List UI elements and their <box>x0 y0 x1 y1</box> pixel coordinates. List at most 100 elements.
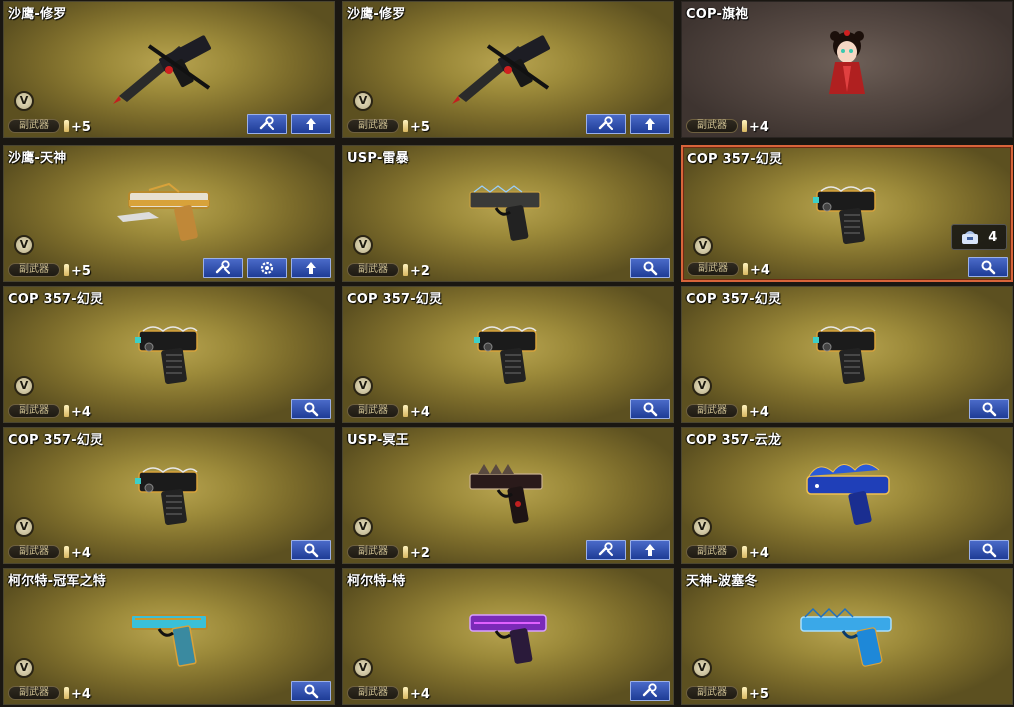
v-rank-icon: V <box>14 376 34 396</box>
enhance-level: +2 <box>410 264 430 279</box>
bullet-icon <box>64 687 69 699</box>
tune-button[interactable] <box>203 258 243 278</box>
bullet-icon <box>403 120 408 132</box>
weapon-name: COP 357-幻灵 <box>686 292 782 307</box>
weapon-image <box>448 170 568 250</box>
weapon-name: COP-旗袍 <box>686 7 749 22</box>
weapon-card[interactable]: COP 357-幻灵 V 副武器 +4 <box>342 286 674 423</box>
bullet-icon <box>403 687 408 699</box>
bullet-icon <box>64 405 69 417</box>
enhance-level: +5 <box>749 687 769 702</box>
tune-button[interactable] <box>586 114 626 134</box>
upgrade-button[interactable] <box>630 540 670 560</box>
tune-button[interactable] <box>630 681 670 701</box>
weapon-type-tag: 副武器 <box>347 119 399 133</box>
inspect-button[interactable] <box>291 399 331 419</box>
v-rank-icon: V <box>692 517 712 537</box>
weapon-image <box>448 593 568 673</box>
inspect-button[interactable] <box>969 540 1009 560</box>
weapon-name: USP-冥王 <box>347 433 409 448</box>
enhance-level: +4 <box>410 687 430 702</box>
v-rank-icon: V <box>353 235 373 255</box>
tune-button[interactable] <box>586 540 626 560</box>
weapon-card[interactable]: COP 357-云龙 V 副武器 +4 <box>681 427 1013 564</box>
weapon-name: USP-雷暴 <box>347 151 409 166</box>
v-rank-icon: V <box>353 517 373 537</box>
inspect-button[interactable] <box>291 681 331 701</box>
weapon-card[interactable]: COP 357-幻灵 V 副武器 +4 <box>681 286 1013 423</box>
weapon-card[interactable]: 柯尔特-特 V 副武器 +4 <box>342 568 674 705</box>
weapon-type-tag: 副武器 <box>347 404 399 418</box>
upgrade-icon <box>306 118 316 130</box>
bullet-icon <box>64 120 69 132</box>
v-rank-icon: V <box>693 236 713 256</box>
weapon-card[interactable]: COP 357-幻灵 V 副武器 +4 4 <box>681 145 1013 282</box>
inspect-icon <box>304 402 319 417</box>
weapon-name: 沙鹰-修罗 <box>8 7 67 22</box>
weapon-name: 柯尔特-特 <box>347 574 406 589</box>
enhance-level: +4 <box>71 405 91 420</box>
inventory-badge: 4 <box>951 224 1007 250</box>
weapon-name: COP 357-云龙 <box>686 433 782 448</box>
weapon-type-tag: 副武器 <box>686 545 738 559</box>
enhance-level: +5 <box>71 120 91 135</box>
bullet-icon <box>743 263 748 275</box>
weapon-image <box>109 311 229 391</box>
enhance-level: +2 <box>410 546 430 561</box>
inspect-button[interactable] <box>291 540 331 560</box>
weapon-card[interactable]: 天神-波塞冬 V 副武器 +5 <box>681 568 1013 705</box>
upgrade-button[interactable] <box>630 114 670 134</box>
v-rank-icon: V <box>353 376 373 396</box>
tune-icon <box>259 116 274 130</box>
v-rank-icon: V <box>14 517 34 537</box>
upgrade-button[interactable] <box>291 258 331 278</box>
enhance-level: +4 <box>749 120 769 135</box>
enhance-level: +4 <box>410 405 430 420</box>
weapon-image <box>787 452 907 532</box>
upgrade-icon <box>645 544 655 556</box>
gear-button[interactable] <box>247 258 287 278</box>
weapon-card[interactable]: USP-雷暴 V 副武器 +2 <box>342 145 674 282</box>
gear-icon <box>260 261 274 275</box>
v-rank-icon: V <box>14 235 34 255</box>
inventory-count: 4 <box>988 229 998 245</box>
weapon-card[interactable]: USP-冥王 V 副武器 +2 <box>342 427 674 564</box>
bullet-icon <box>742 120 747 132</box>
inspect-button[interactable] <box>630 399 670 419</box>
v-rank-icon: V <box>353 658 373 678</box>
inspect-button[interactable] <box>969 399 1009 419</box>
weapon-image <box>109 452 229 532</box>
weapon-image <box>787 171 907 251</box>
weapon-card[interactable]: 沙鹰-修罗 V 副武器 +5 <box>3 1 335 138</box>
enhance-level: +5 <box>71 264 91 279</box>
weapon-type-tag: 副武器 <box>686 119 738 133</box>
weapon-card[interactable]: 柯尔特-冠军之特 V 副武器 +4 <box>3 568 335 705</box>
weapon-image <box>448 452 568 532</box>
weapon-card[interactable]: COP-旗袍 副武器 +4 <box>681 1 1013 138</box>
weapon-card[interactable]: 沙鹰-修罗 V 副武器 +5 <box>342 1 674 138</box>
v-rank-icon: V <box>14 91 34 111</box>
inspect-icon <box>982 543 997 558</box>
tune-icon <box>215 260 230 274</box>
bullet-icon <box>64 546 69 558</box>
weapon-grid: 沙鹰-修罗 V 副武器 +5 沙鹰-修罗 V 副武器 +5 COP-旗袍 副武器 +4 沙鹰-天… <box>0 0 1014 707</box>
inspect-icon <box>304 543 319 558</box>
weapon-card[interactable]: 沙鹰-天神 V 副武器 +5 <box>3 145 335 282</box>
weapon-type-tag: 副武器 <box>347 686 399 700</box>
enhance-level: +4 <box>750 263 770 278</box>
tune-button[interactable] <box>247 114 287 134</box>
bullet-icon <box>742 546 747 558</box>
inspect-button[interactable] <box>630 258 670 278</box>
inspect-icon <box>981 260 996 275</box>
upgrade-button[interactable] <box>291 114 331 134</box>
tune-icon <box>598 116 613 130</box>
inspect-icon <box>643 261 658 276</box>
weapon-name: COP 357-幻灵 <box>687 152 783 167</box>
weapon-card[interactable]: COP 357-幻灵 V 副武器 +4 <box>3 286 335 423</box>
weapon-card[interactable]: COP 357-幻灵 V 副武器 +4 <box>3 427 335 564</box>
character-image <box>787 26 907 106</box>
weapon-image <box>787 593 907 673</box>
inspect-button[interactable] <box>968 257 1008 277</box>
upgrade-icon <box>306 262 316 274</box>
weapon-name: 沙鹰-天神 <box>8 151 67 166</box>
